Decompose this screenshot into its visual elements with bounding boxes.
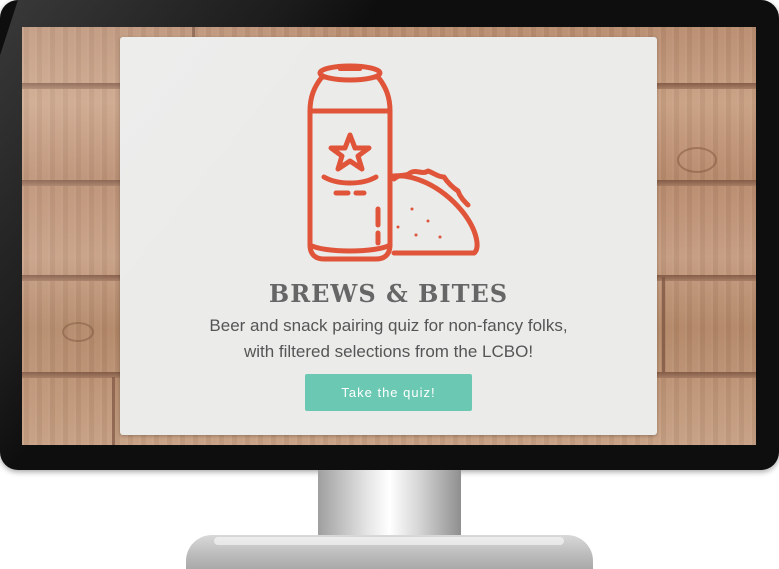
tagline: Beer and snack pairing quiz for non-fanc… [150,313,627,365]
monitor-frame: BREWS & BITES Beer and snack pairing qui… [0,0,779,470]
monitor-stand-neck [318,470,461,535]
plank-joint [112,377,115,445]
plank-joint [662,277,665,372]
wood-background: BREWS & BITES Beer and snack pairing qui… [22,27,756,445]
beer-can-and-taco-icon [307,63,480,262]
wood-knot [62,322,94,342]
tagline-line-2: with filtered selections from the LCBO! [243,342,534,361]
wood-knot [677,147,717,173]
tagline-line-1: Beer and snack pairing quiz for non-fanc… [209,316,568,335]
hero-card: BREWS & BITES Beer and snack pairing qui… [120,37,657,435]
stand-highlight [214,537,564,545]
page-title: BREWS & BITES [268,279,509,308]
take-quiz-button[interactable]: Take the quiz! [305,374,472,411]
